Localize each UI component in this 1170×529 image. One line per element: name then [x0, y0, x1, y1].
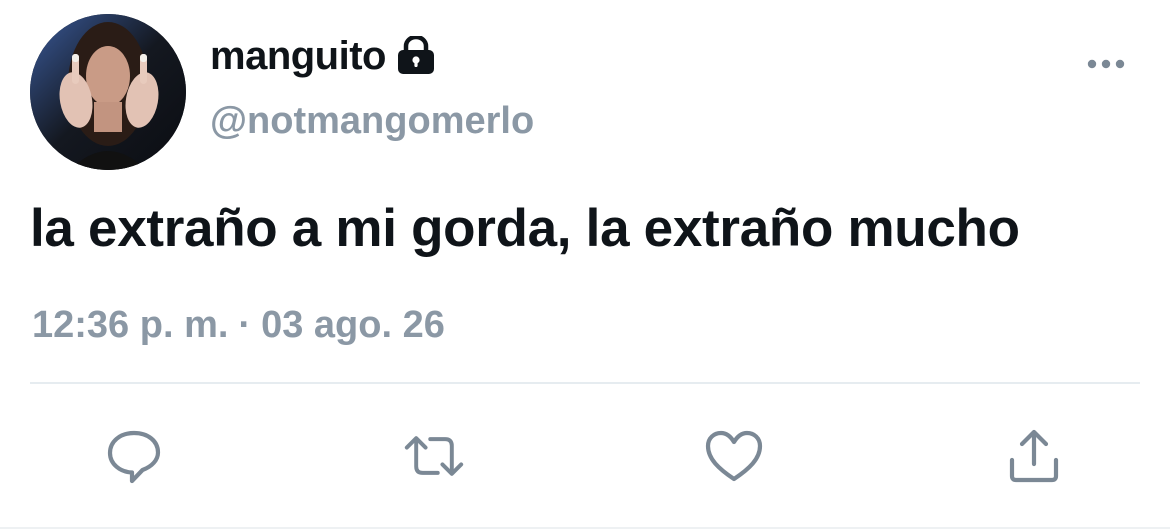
- speech-bubble-icon: [107, 430, 161, 484]
- share-icon: [1009, 429, 1059, 483]
- user-handle[interactable]: @notmangomerlo: [210, 98, 534, 144]
- tweet-time: 12:36 p. m.: [32, 304, 229, 346]
- more-options-icon: [1087, 59, 1125, 69]
- avatar[interactable]: [30, 14, 186, 170]
- retweet-button[interactable]: [404, 426, 464, 486]
- meta-separator: ·: [238, 304, 252, 346]
- lock-icon: [396, 34, 436, 76]
- heart-icon: [705, 430, 763, 482]
- divider: [30, 382, 1140, 384]
- tweet-date: 03 ago. 26: [261, 304, 445, 346]
- tweet-text: la extraño a mi gorda, la extraño mucho: [30, 199, 1020, 258]
- like-button[interactable]: [704, 426, 764, 486]
- retweet-icon: [404, 436, 464, 476]
- user-name-row: manguito: [210, 32, 436, 80]
- reply-button[interactable]: [104, 426, 164, 486]
- tweet-timestamp[interactable]: 12:36 p. m. · 03 ago. 26: [32, 302, 445, 348]
- display-name[interactable]: manguito: [210, 32, 386, 80]
- share-button[interactable]: [1004, 426, 1064, 486]
- more-options-button[interactable]: [1082, 48, 1130, 80]
